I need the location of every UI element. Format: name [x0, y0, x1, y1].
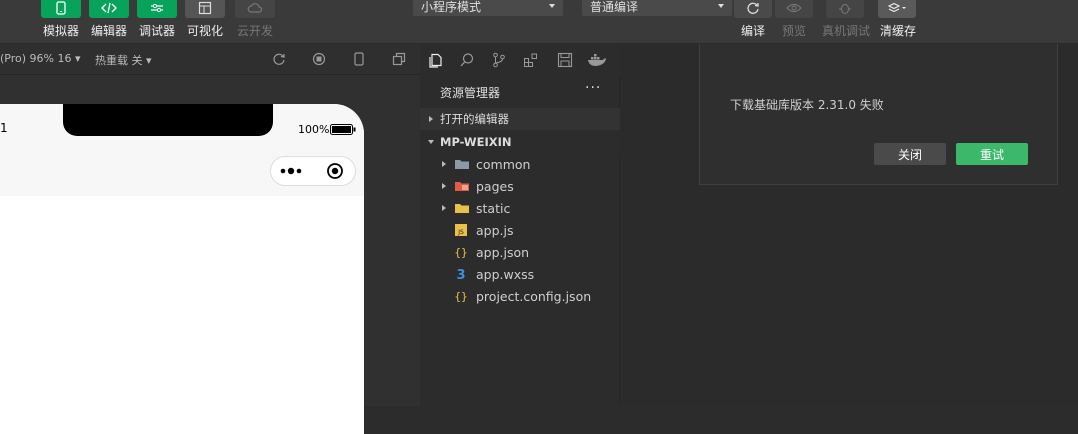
chevron-right-icon	[429, 116, 433, 122]
compile-button[interactable]	[734, 0, 772, 18]
cloud-dev-button[interactable]	[235, 0, 275, 18]
rotate-icon[interactable]	[272, 52, 286, 66]
sliders-icon	[151, 3, 163, 13]
phone-notch	[63, 104, 273, 136]
battery-percent: 100%	[298, 123, 330, 136]
phone-status-bar: 1 100%	[0, 104, 364, 196]
search-icon[interactable]	[459, 52, 475, 68]
tree-item-label: common	[476, 156, 531, 172]
debugger-label: 调试器	[139, 24, 176, 38]
status-time: 1	[0, 121, 8, 135]
tree-file-app-wxss[interactable]: 3 app.wxss	[420, 263, 620, 285]
tree-item-label: project.config.json	[476, 288, 592, 304]
svg-text:3: 3	[456, 268, 465, 281]
tree-folder-pages[interactable]: pages	[420, 175, 620, 197]
project-name: MP-WEIXIN	[440, 135, 512, 149]
tree-folder-static[interactable]: static	[420, 197, 620, 219]
tree-file-app-js[interactable]: JS app.js	[420, 219, 620, 241]
phone-screen[interactable]: 1 100%	[0, 104, 364, 434]
open-editors-section[interactable]: 打开的编辑器	[420, 108, 620, 130]
simulator-toolbar: (Pro) 96% 16 ▾ 热重载 关 ▾	[0, 44, 420, 75]
compile-select-value: 普通编译	[590, 0, 639, 14]
eye-icon	[786, 3, 802, 13]
more-dots-icon[interactable]	[280, 166, 304, 176]
docker-icon[interactable]	[587, 52, 607, 68]
phone-icon	[56, 1, 66, 15]
preview-button[interactable]	[775, 0, 813, 18]
preview-label: 预览	[782, 24, 807, 38]
compile-label: 编译	[741, 24, 766, 38]
extensions-icon[interactable]	[523, 52, 539, 68]
simulator-gutter	[364, 75, 420, 406]
chevron-down-icon	[718, 4, 724, 8]
svg-text:{}: {}	[454, 290, 467, 303]
main-toolbar: 模拟器 编辑器 调试器 可视化 云开发 小程序模式 普通编译 编译 预览 真机调…	[0, 0, 1078, 44]
project-section[interactable]: MP-WEIXIN	[420, 131, 620, 153]
tree-file-app-json[interactable]: {} app.json	[420, 241, 620, 263]
save-icon[interactable]	[557, 52, 573, 68]
chevron-down-icon	[428, 140, 434, 144]
close-capsule-icon[interactable]	[326, 162, 344, 180]
chevron-right-icon	[442, 161, 446, 167]
real-device-debug-button[interactable]	[826, 0, 864, 18]
debugger-toggle-button[interactable]	[137, 0, 177, 18]
more-actions-icon[interactable]: ···	[585, 80, 601, 96]
mini-program-capsule	[270, 156, 356, 186]
retry-button[interactable]: 重试	[956, 143, 1028, 165]
pages-folder-icon	[455, 182, 469, 191]
cloud-dev-label: 云开发	[237, 24, 274, 38]
svg-text:JS: JS	[457, 229, 464, 236]
bug-icon	[839, 3, 851, 15]
tree-file-project-config[interactable]: {} project.config.json	[420, 285, 620, 307]
chevron-right-icon	[442, 183, 446, 189]
visual-toggle-button[interactable]	[185, 0, 225, 18]
files-icon[interactable]	[428, 52, 444, 68]
device-select[interactable]: (Pro) 96% 16 ▾	[0, 52, 81, 65]
tree-item-label: static	[476, 200, 511, 216]
svg-text:{}: {}	[454, 246, 467, 259]
visual-label: 可视化	[187, 24, 224, 38]
json-file-icon: {}	[454, 246, 467, 259]
stop-icon[interactable]	[312, 52, 326, 66]
open-editors-label: 打开的编辑器	[440, 112, 509, 126]
source-control-icon[interactable]	[491, 52, 507, 68]
folder-icon	[455, 160, 469, 169]
layers-icon	[887, 2, 906, 13]
js-file-icon: JS	[455, 224, 467, 236]
tree-item-label: app.js	[476, 222, 514, 238]
tree-item-label: app.json	[476, 244, 530, 260]
activity-bar	[420, 44, 620, 76]
mode-select-value: 小程序模式	[421, 0, 482, 14]
mode-select[interactable]: 小程序模式	[413, 0, 563, 16]
refresh-icon	[747, 2, 759, 14]
layout-icon	[198, 1, 212, 15]
tree-item-label: pages	[476, 178, 514, 194]
close-button[interactable]: 关闭	[874, 143, 946, 165]
explorer-panel: 资源管理器 ··· 打开的编辑器 MP-WEIXIN common pages …	[420, 76, 620, 406]
tree-folder-common[interactable]: common	[420, 153, 620, 175]
new-window-icon[interactable]	[392, 52, 406, 66]
phone-icon[interactable]	[353, 52, 365, 66]
real-device-debug-label: 真机调试	[822, 24, 871, 38]
code-icon	[101, 2, 117, 14]
editor-toggle-button[interactable]	[89, 0, 129, 18]
cloud-icon	[247, 3, 263, 13]
tree-item-label: app.wxss	[476, 266, 535, 282]
hot-reload-select[interactable]: 热重载 关 ▾	[95, 52, 152, 68]
editor-label: 编辑器	[91, 24, 128, 38]
battery-icon	[330, 124, 356, 135]
folder-icon	[455, 204, 469, 213]
clear-cache-label: 清缓存	[880, 24, 917, 38]
simulator-toggle-button[interactable]	[41, 0, 81, 18]
json-file-icon: {}	[454, 290, 467, 303]
clear-cache-button[interactable]	[878, 0, 916, 18]
css-file-icon: 3	[456, 268, 465, 281]
simulator-label: 模拟器	[43, 24, 80, 38]
chevron-down-icon	[549, 4, 555, 8]
dialog-message: 下载基础库版本 2.31.0 失败	[730, 98, 884, 112]
compile-select[interactable]: 普通编译	[582, 0, 732, 16]
chevron-right-icon	[442, 205, 446, 211]
explorer-title: 资源管理器	[440, 86, 501, 100]
